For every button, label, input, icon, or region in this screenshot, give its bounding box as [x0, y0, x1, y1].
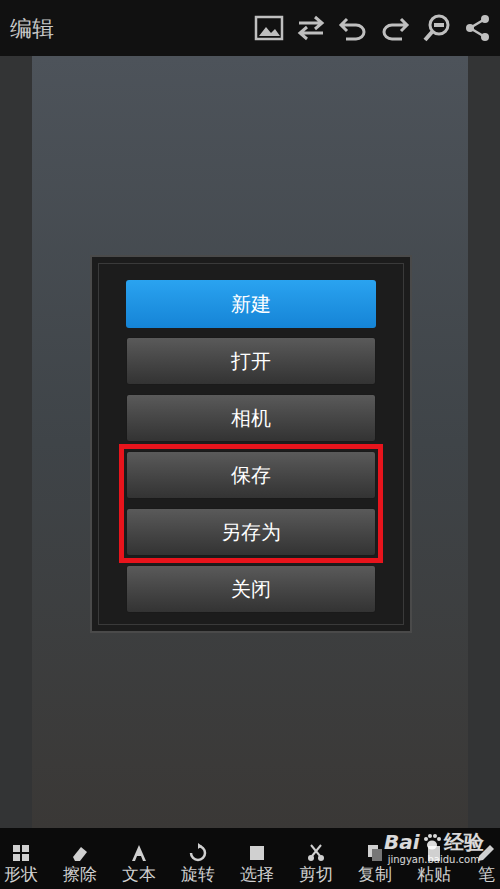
watermark-url: jingyan.baidu.com	[388, 854, 480, 867]
menu-button[interactable]: 另存为	[126, 508, 376, 556]
tool-icon[interactable]	[247, 843, 267, 863]
tool-label: 笔	[478, 866, 495, 883]
tool-label: 粘贴	[417, 866, 451, 883]
menu-button[interactable]: 相机	[126, 394, 376, 442]
undo-icon[interactable]	[338, 14, 368, 42]
tool-label: 剪切	[299, 866, 333, 883]
toolbar-item[interactable]: 文本	[122, 843, 156, 883]
toolbar-item[interactable]: 旋转	[181, 843, 215, 883]
tool-label: 形状	[4, 866, 38, 883]
file-dialog: 新建打开相机保存另存为关闭	[90, 255, 412, 633]
tool-label: 擦除	[63, 866, 97, 883]
toolbar-item[interactable]: 形状	[4, 843, 38, 883]
tool-icon[interactable]	[129, 843, 149, 863]
highlighted-item: 保存	[126, 451, 376, 499]
menu-button[interactable]: 关闭	[126, 565, 376, 613]
tool-label: 旋转	[181, 866, 215, 883]
dialog-body: 新建打开相机保存另存为关闭	[98, 263, 404, 625]
highlight-box: 保存另存为	[119, 444, 383, 563]
screen: 编辑 形状 擦除 文本 旋转 选择 剪切 复制 粘贴 笔 新建打开相机保存另存为关闭 Bai 经…	[0, 0, 500, 889]
top-actions	[254, 13, 492, 43]
toolbar-item[interactable]: 剪切	[299, 843, 333, 883]
tool-icon[interactable]	[365, 843, 385, 863]
tool-icon[interactable]	[70, 843, 90, 863]
top-bar: 编辑	[0, 0, 500, 56]
watermark: Bai 经验 jingyan.baidu.com	[384, 832, 484, 867]
tool-icon[interactable]	[306, 843, 326, 863]
menu-button[interactable]: 保存	[126, 451, 376, 499]
tool-label: 选择	[240, 866, 274, 883]
tool-label: 文本	[122, 866, 156, 883]
tool-icon[interactable]	[188, 843, 208, 863]
watermark-logo: Bai	[384, 832, 420, 852]
menu-button[interactable]: 新建	[126, 280, 376, 328]
image-icon[interactable]	[254, 14, 284, 42]
menu-button[interactable]: 打开	[126, 337, 376, 385]
title: 编辑	[10, 12, 54, 45]
tool-icon[interactable]	[11, 843, 31, 863]
zoom-out-icon[interactable]	[422, 13, 452, 43]
paw-icon	[422, 832, 442, 852]
toolbar-item[interactable]: 擦除	[63, 843, 97, 883]
swap-icon[interactable]	[296, 14, 326, 42]
share-icon[interactable]	[464, 14, 492, 42]
toolbar-item[interactable]: 选择	[240, 843, 274, 883]
highlighted-item: 另存为	[126, 508, 376, 556]
redo-icon[interactable]	[380, 14, 410, 42]
tool-label: 复制	[358, 866, 392, 883]
watermark-brand: 经验	[444, 832, 484, 852]
